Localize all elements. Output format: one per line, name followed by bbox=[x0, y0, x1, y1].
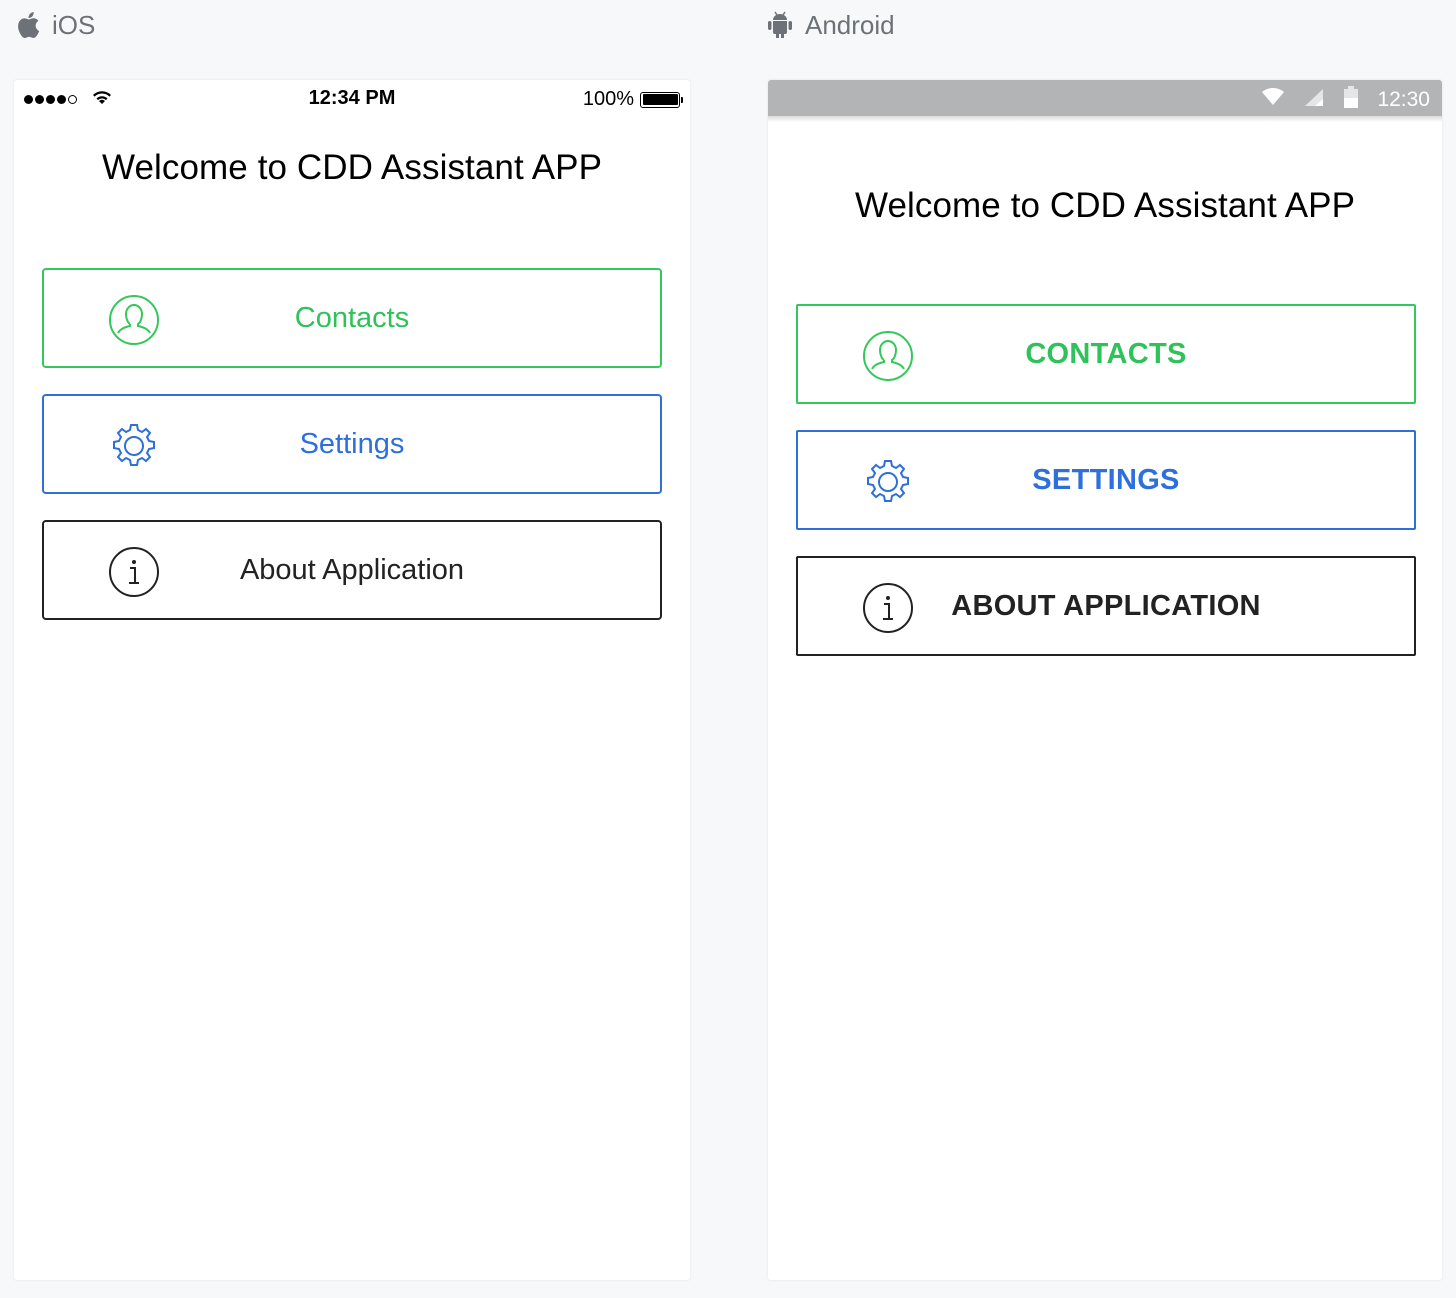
battery-icon bbox=[1343, 86, 1359, 114]
about-application-button-label: About Application bbox=[239, 554, 465, 586]
about-application-button[interactable]: About Application bbox=[42, 520, 662, 620]
contacts-button[interactable]: CONTACTS bbox=[796, 304, 1416, 404]
contacts-button-label: CONTACTS bbox=[1025, 338, 1187, 370]
platform-name-android: Android bbox=[805, 9, 895, 40]
android-status-bar: 12:30 bbox=[768, 80, 1442, 116]
wifi-icon bbox=[1261, 87, 1285, 112]
settings-button-label: SETTINGS bbox=[1032, 464, 1180, 496]
status-time: 12:30 bbox=[1377, 88, 1430, 111]
android-phone-screen: 12:30 Welcome to CDD Assistant APP CONTA… bbox=[768, 80, 1442, 1280]
page-title: Welcome to CDD Assistant APP bbox=[101, 148, 603, 187]
settings-button[interactable]: SETTINGS bbox=[796, 430, 1416, 530]
apple-icon bbox=[16, 11, 40, 39]
status-bar-shadow bbox=[768, 116, 1442, 122]
android-icon bbox=[767, 11, 793, 39]
battery-icon bbox=[640, 91, 683, 108]
settings-button[interactable]: Settings bbox=[42, 394, 662, 494]
contacts-button-label: Contacts bbox=[294, 302, 410, 334]
cell-signal-icon bbox=[1303, 87, 1325, 113]
platform-name-ios: iOS bbox=[52, 9, 96, 40]
contacts-button[interactable]: Contacts bbox=[42, 268, 662, 368]
ios-status-bar: 12:34 PM 100% bbox=[14, 80, 690, 118]
platform-label-android: Android bbox=[767, 8, 895, 42]
about-application-button-label: ABOUT APPLICATION bbox=[951, 590, 1261, 622]
settings-button-label: Settings bbox=[299, 428, 405, 460]
battery-percentage: 100% bbox=[582, 88, 634, 110]
page-title: Welcome to CDD Assistant APP bbox=[854, 186, 1356, 225]
ios-phone-screen: 12:34 PM 100% Welcome to CDD Assistant A… bbox=[14, 80, 690, 1280]
about-application-button[interactable]: ABOUT APPLICATION bbox=[796, 556, 1416, 656]
platform-label-ios: iOS bbox=[16, 8, 95, 42]
